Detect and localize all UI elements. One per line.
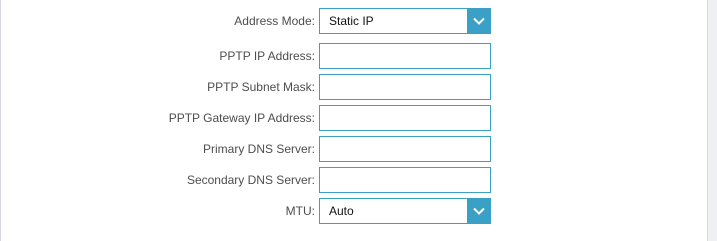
chevron-down-icon[interactable] [467, 199, 490, 223]
mtu-value: Auto [329, 204, 354, 218]
mtu-label: MTU: [285, 204, 315, 218]
address-mode-label: Address Mode: [234, 14, 315, 28]
pptp-subnet-input[interactable] [319, 74, 491, 100]
pptp-ip-label: PPTP IP Address: [219, 49, 315, 63]
primary-dns-input[interactable] [319, 136, 491, 162]
chevron-down-icon[interactable] [467, 9, 490, 33]
mtu-row: MTU: Auto [1, 198, 709, 224]
mtu-select[interactable]: Auto [319, 198, 491, 224]
pptp-gateway-label: PPTP Gateway IP Address: [168, 111, 315, 125]
primary-dns-label: Primary DNS Server: [202, 142, 315, 156]
address-mode-value: Static IP [329, 14, 374, 28]
secondary-dns-label: Secondary DNS Server: [186, 173, 315, 187]
pptp-settings-panel: Address Mode: Static IP PPTP IP Address:… [0, 0, 708, 241]
pptp-subnet-row: PPTP Subnet Mask: [1, 74, 709, 100]
pptp-ip-input[interactable] [319, 43, 491, 69]
address-mode-select[interactable]: Static IP [319, 8, 491, 34]
pptp-subnet-label: PPTP Subnet Mask: [207, 80, 315, 94]
primary-dns-row: Primary DNS Server: [1, 136, 709, 162]
secondary-dns-input[interactable] [319, 167, 491, 193]
pptp-ip-row: PPTP IP Address: [1, 43, 709, 69]
secondary-dns-row: Secondary DNS Server: [1, 167, 709, 193]
pptp-gateway-row: PPTP Gateway IP Address: [1, 105, 709, 131]
address-mode-row: Address Mode: Static IP [1, 8, 709, 34]
pptp-gateway-input[interactable] [319, 105, 491, 131]
